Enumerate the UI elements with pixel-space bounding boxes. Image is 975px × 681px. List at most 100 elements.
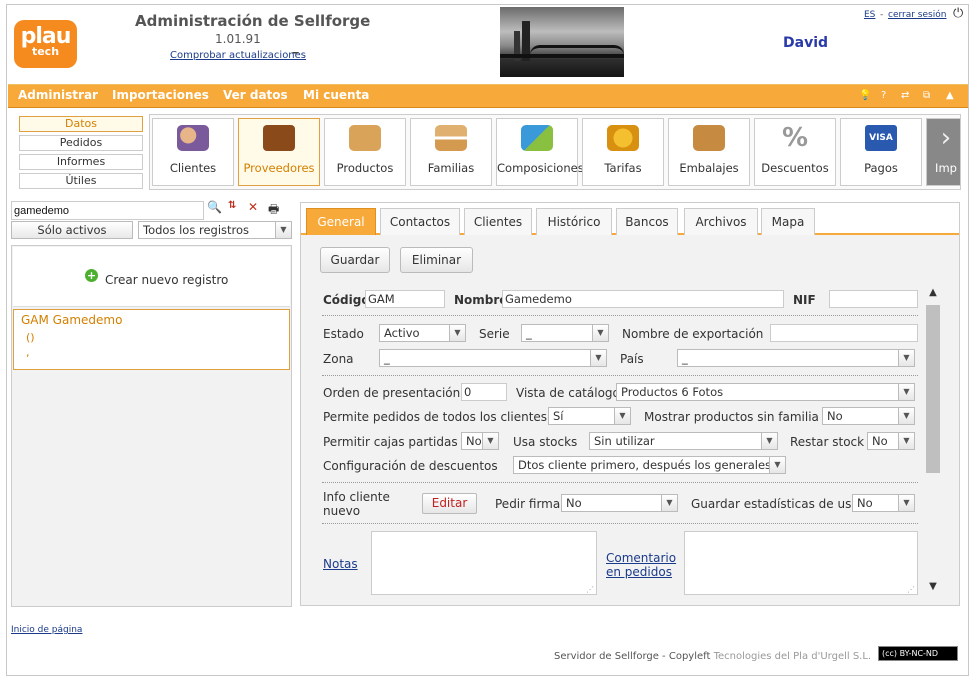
scroll-down-icon[interactable]: ▼ <box>925 581 941 597</box>
module-familias[interactable]: Familias <box>410 118 492 186</box>
module-composiciones[interactable]: Composiciones <box>496 118 584 186</box>
lightbulb-icon[interactable]: 💡 <box>859 90 871 101</box>
tab-general[interactable]: General <box>306 208 376 235</box>
module-productos[interactable]: Productos <box>324 118 406 186</box>
notas-textarea[interactable]: ⋰ <box>371 531 597 595</box>
tab-bancos[interactable]: Bancos <box>616 208 678 235</box>
nav-datos[interactable]: Datos <box>19 116 143 132</box>
zona-value: _ <box>384 351 390 365</box>
chevron-down-icon: ▼ <box>898 384 914 400</box>
pais-select[interactable]: _ ▼ <box>677 349 915 367</box>
tab-clientes[interactable]: Clientes <box>464 208 532 235</box>
restar-stock-value: No <box>872 434 888 448</box>
config-descuentos-select[interactable]: Dtos cliente primero, después los genera… <box>513 456 786 474</box>
records-filter-select[interactable]: Todos los registros ▼ <box>138 221 292 239</box>
swap-icon[interactable]: ⇄ <box>901 90 909 101</box>
logout-link[interactable]: cerrar sesión <box>888 10 946 20</box>
window-icon[interactable]: ⧉ <box>923 90 930 101</box>
power-icon[interactable]: ⏻ <box>953 6 963 21</box>
menu-mi-cuenta[interactable]: Mi cuenta <box>303 88 369 102</box>
records-filter-value: Todos los registros <box>143 223 250 237</box>
nombre-field[interactable]: Gamedemo <box>502 290 784 308</box>
tab-mapa[interactable]: Mapa <box>761 208 815 235</box>
record-item[interactable]: GAM Gamedemo () , <box>13 309 290 370</box>
module-embalajes[interactable]: Embalajes <box>668 118 750 186</box>
chevron-down-icon: ▼ <box>592 325 608 341</box>
mostrar-sin-familia-select[interactable]: No ▼ <box>822 407 915 425</box>
codigo-field[interactable]: GAM <box>365 290 445 308</box>
cajas-partidas-label: Permitir cajas partidas <box>323 435 458 449</box>
collapse-icon[interactable]: ▲ <box>946 90 954 101</box>
check-updates-link[interactable]: Comprobar actualizaciones <box>170 50 306 61</box>
comentario-pedidos-link[interactable]: Comentario <box>606 551 676 565</box>
serie-select[interactable]: _ ▼ <box>521 324 609 342</box>
module-proveedores[interactable]: Proveedores <box>238 118 320 186</box>
serie-value: _ <box>526 326 532 340</box>
new-record-button[interactable]: + Crear nuevo registro <box>13 247 290 307</box>
language-link[interactable]: ES <box>864 10 875 20</box>
estado-select[interactable]: Activo ▼ <box>379 324 466 342</box>
search-icon[interactable]: 🔍 <box>207 200 223 216</box>
active-only-button[interactable]: Sólo activos <box>11 221 133 239</box>
vista-catalogo-select[interactable]: Productos 6 Fotos ▼ <box>616 383 915 401</box>
scroll-thumb[interactable] <box>926 305 940 473</box>
module-imp[interactable]: › Imp <box>926 118 960 186</box>
divider <box>322 375 918 376</box>
module-tarifas[interactable]: Tarifas <box>582 118 664 186</box>
nav-utiles[interactable]: Útiles <box>19 173 143 189</box>
permite-pedidos-select[interactable]: Sí ▼ <box>548 407 631 425</box>
tab-historico[interactable]: Histórico <box>536 208 612 235</box>
orden-presentacion-field[interactable]: 0 <box>461 383 507 401</box>
module-clientes[interactable]: Clientes <box>152 118 234 186</box>
nav-informes[interactable]: Informes <box>19 154 143 170</box>
pedir-firma-select[interactable]: No ▼ <box>561 494 678 512</box>
zona-select[interactable]: _ ▼ <box>379 349 607 367</box>
edit-button[interactable]: Editar <box>422 493 477 514</box>
nav-pedidos[interactable]: Pedidos <box>19 135 143 151</box>
guardar-estadisticas-value: No <box>857 496 873 510</box>
scroll-up-icon[interactable]: ▲ <box>925 287 941 303</box>
module-label: Productos <box>336 161 394 175</box>
module-label: Descuentos <box>761 161 829 175</box>
clear-filter-icon[interactable]: ✕ <box>248 200 264 216</box>
comentario-pedidos-link-2[interactable]: en pedidos <box>606 565 672 579</box>
module-descuentos[interactable]: % Descuentos <box>754 118 836 186</box>
print-icon[interactable]: 🖶 <box>268 200 284 216</box>
save-button[interactable]: Guardar <box>320 247 390 273</box>
module-pagos[interactable]: VISA Pagos <box>840 118 922 186</box>
guardar-estadisticas-select[interactable]: No ▼ <box>852 494 915 512</box>
search-input[interactable] <box>11 201 204 220</box>
sort-icon[interactable]: ⇅ <box>228 200 244 216</box>
page-top-link[interactable]: Inicio de página <box>11 625 82 635</box>
updates-icon[interactable]: 🗕 <box>292 45 299 62</box>
help-icon[interactable]: ? <box>881 90 886 101</box>
record-detail: () <box>26 331 35 344</box>
nif-field[interactable] <box>829 290 918 308</box>
nombre-exportacion-field[interactable] <box>770 324 918 342</box>
package-icon <box>693 125 725 151</box>
menu-ver-datos[interactable]: Ver datos <box>223 88 288 102</box>
notas-link[interactable]: Notas <box>323 557 358 571</box>
restar-stock-select[interactable]: No ▼ <box>867 432 915 450</box>
tab-archivos[interactable]: Archivos <box>684 208 758 235</box>
plautech-logo[interactable]: plau tech <box>14 20 77 68</box>
cc-license-badge[interactable]: (cc) BY-NC-ND <box>878 646 958 661</box>
pais-value: _ <box>682 351 688 365</box>
divider <box>322 523 918 524</box>
divider <box>322 315 918 316</box>
comentario-pedidos-textarea[interactable]: ⋰ <box>684 531 918 595</box>
cajas-partidas-value: No <box>466 434 482 448</box>
main-panel: General Contactos Clientes Histórico Ban… <box>300 202 960 606</box>
info-cliente-label: Info cliente <box>323 490 390 504</box>
chevron-down-icon: ▼ <box>898 495 914 511</box>
form-scrollbar[interactable]: ▲ ▼ <box>925 287 941 599</box>
pedir-firma-label: Pedir firma <box>495 497 561 511</box>
cajas-partidas-select[interactable]: No ▼ <box>461 432 499 450</box>
chevron-down-icon: ▼ <box>661 495 677 511</box>
usa-stocks-select[interactable]: Sin utilizar ▼ <box>589 432 778 450</box>
menu-importaciones[interactable]: Importaciones <box>112 88 209 102</box>
delete-button[interactable]: Eliminar <box>400 247 473 273</box>
codigo-label: Código <box>323 293 370 307</box>
tab-contactos[interactable]: Contactos <box>380 208 460 235</box>
menu-administrar[interactable]: Administrar <box>18 88 98 102</box>
